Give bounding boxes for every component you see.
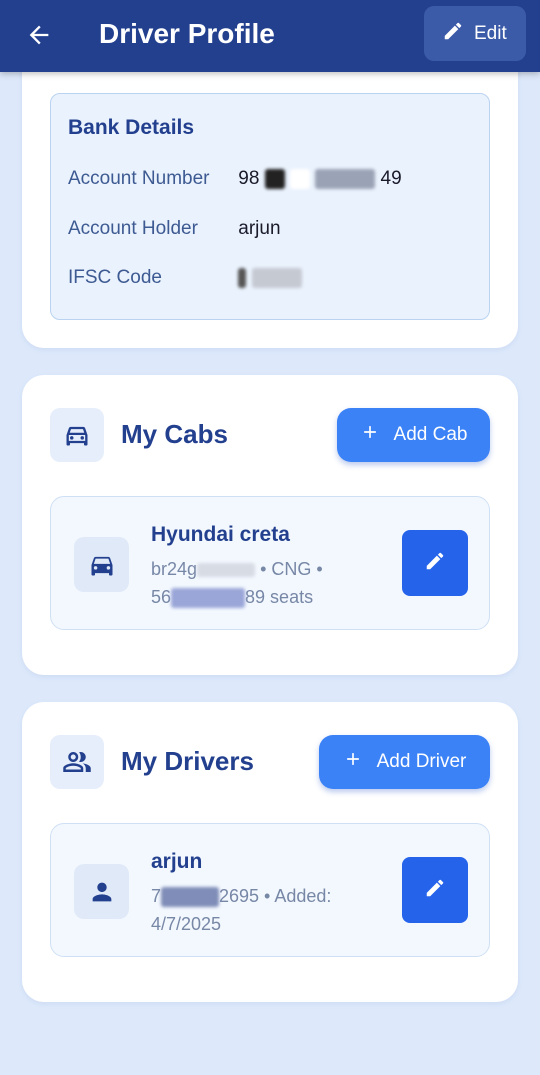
redaction-block — [171, 588, 246, 609]
plus-icon — [343, 749, 363, 775]
driver-phone-added: 2695 • Added: — [219, 886, 332, 906]
redaction-block — [289, 168, 310, 189]
account-holder-value: arjun — [238, 218, 281, 239]
redaction-block — [315, 168, 376, 189]
account-holder-row: Account Holder arjun — [68, 218, 281, 240]
pencil-icon — [424, 877, 446, 904]
driver-phone-start: 7 — [151, 886, 162, 906]
cab-seats-start: 56 — [151, 587, 172, 607]
cab-list-item: Hyundai creta br24g • CNG • 56 89 seats — [50, 496, 490, 630]
account-number-value-start: 98 — [238, 168, 260, 189]
app-bar: Driver Profile Edit — [0, 0, 540, 72]
cab-number-start: br24g — [151, 559, 198, 579]
redaction-block — [264, 168, 285, 189]
edit-cab-button[interactable] — [402, 530, 468, 596]
redaction-block — [161, 887, 220, 908]
driver-added-date: 4/7/2025 — [151, 914, 222, 934]
driver-details: 7 2695 • Added: 4/7/2025 — [151, 882, 381, 938]
add-cab-button[interactable]: Add Cab — [337, 408, 490, 462]
bank-details-box: Bank Details Account Number 98 49 Accoun… — [50, 93, 490, 320]
my-cabs-card: My Cabs Add Cab Hyundai creta br24g • CN… — [22, 375, 518, 675]
add-cab-label: Add Cab — [393, 424, 468, 445]
cab-details: br24g • CNG • 56 89 seats — [151, 555, 381, 611]
add-driver-label: Add Driver — [376, 751, 467, 772]
pencil-icon — [424, 550, 446, 577]
cab-fuel: • CNG • — [260, 559, 323, 579]
bank-details-card: Bank Details Account Number 98 49 Accoun… — [22, 40, 518, 348]
back-arrow-icon[interactable] — [22, 18, 56, 52]
redaction-block — [238, 267, 247, 288]
ifsc-code-label: IFSC Code — [68, 267, 162, 288]
account-number-value-end: 49 — [380, 168, 402, 189]
edit-profile-button[interactable]: Edit — [424, 6, 526, 61]
account-holder-label: Account Holder — [68, 218, 198, 239]
my-drivers-title: My Drivers — [121, 746, 254, 776]
driver-name: arjun — [151, 850, 203, 873]
ifsc-code-row: IFSC Code — [68, 267, 302, 289]
redaction-block — [251, 267, 302, 288]
cab-seats: 89 seats — [245, 587, 314, 607]
car-icon — [74, 537, 129, 592]
plus-icon — [360, 422, 380, 448]
bank-details-title: Bank Details — [68, 116, 195, 139]
edit-driver-button[interactable] — [402, 857, 468, 923]
add-driver-button[interactable]: Add Driver — [319, 735, 490, 789]
page-title: Driver Profile — [99, 18, 275, 49]
account-number-row: Account Number 98 49 — [68, 168, 402, 190]
driver-list-item: arjun 7 2695 • Added: 4/7/2025 — [50, 823, 490, 957]
account-number-label: Account Number — [68, 168, 210, 189]
car-icon — [50, 408, 104, 462]
cab-name: Hyundai creta — [151, 523, 290, 546]
my-cabs-title: My Cabs — [121, 419, 228, 449]
my-drivers-card: My Drivers Add Driver arjun 7 2695 • Adde… — [22, 702, 518, 1002]
pencil-icon — [442, 20, 464, 48]
edit-label: Edit — [474, 22, 507, 44]
person-icon — [74, 864, 129, 919]
redaction-block — [197, 563, 256, 578]
people-icon — [50, 735, 104, 789]
